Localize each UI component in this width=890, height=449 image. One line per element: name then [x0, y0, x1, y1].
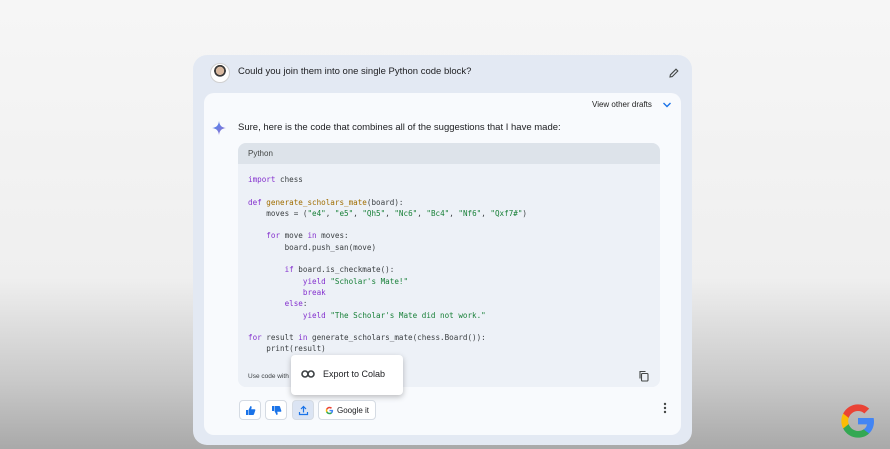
code-line-1: import chess	[248, 175, 303, 184]
code-line-15: for result in generate_scholars_mate(che…	[248, 333, 486, 343]
more-vert-icon[interactable]	[660, 401, 670, 415]
response-intro-text: Sure, here is the code that combines all…	[238, 122, 561, 133]
code-line-13: yield "The Scholar's Mate did not work."	[302, 310, 486, 320]
code-line-4: moves = ("e4", "e5", "Qh5", "Nc6", "Bc4"…	[248, 208, 527, 218]
code-line-10: yield "Scholar's Mate!"	[302, 276, 409, 286]
google-it-label: Google it	[337, 406, 370, 415]
code-line-9: if board.is_checkmate():	[284, 265, 395, 275]
chevron-down-icon[interactable]	[662, 101, 672, 109]
share-icon	[298, 405, 309, 416]
google-logo-icon	[841, 404, 874, 438]
export-to-colab-item[interactable]: Export to Colab	[323, 369, 385, 379]
colab-icon	[301, 370, 315, 378]
sparkle-icon	[212, 121, 226, 135]
code-block: Python import chess def generate_scholar…	[238, 143, 660, 387]
user-avatar	[210, 63, 230, 83]
code-line-12: else:	[284, 299, 308, 309]
code-line-3: def generate_scholars_mate(board):	[248, 197, 404, 207]
thumbs-down-button[interactable]	[265, 400, 287, 420]
code-content[interactable]: import chess def generate_scholars_mate(…	[248, 174, 527, 355]
pencil-icon[interactable]	[668, 67, 680, 79]
code-line-16: print(result)	[248, 344, 326, 354]
use-code-notice[interactable]: Use code with	[248, 373, 289, 380]
view-other-drafts-link[interactable]: View other drafts	[592, 100, 652, 109]
code-line-7: board.push_san(move)	[248, 242, 377, 252]
google-g-icon	[325, 406, 334, 415]
thumbs-up-button[interactable]	[239, 400, 261, 420]
user-prompt-text: Could you join them into one single Pyth…	[238, 66, 472, 77]
google-it-button[interactable]: Google it	[318, 400, 376, 420]
code-line-6: for move in moves:	[266, 231, 349, 241]
share-button[interactable]	[292, 400, 314, 420]
copy-icon[interactable]	[638, 370, 650, 382]
code-language-label: Python	[238, 143, 660, 164]
thumbs-up-icon	[246, 406, 256, 415]
code-line-11: break	[302, 287, 326, 297]
export-menu: Export to Colab	[291, 355, 403, 395]
thumbs-down-icon	[272, 406, 282, 415]
user-prompt-row: Could you join them into one single Pyth…	[210, 62, 680, 84]
